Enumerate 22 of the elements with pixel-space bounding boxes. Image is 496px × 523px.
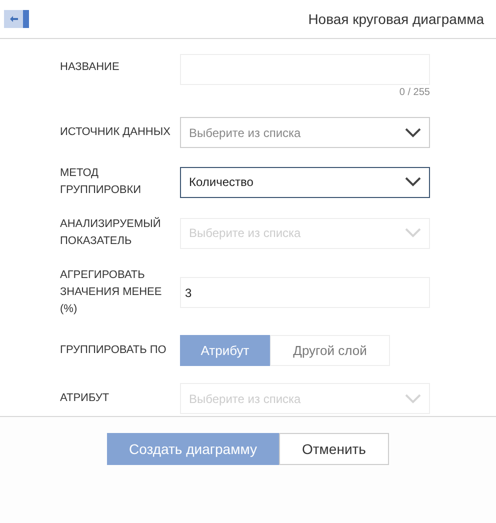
field-label: ИСТОЧНИК ДАННЫХ <box>60 125 172 140</box>
field-label: НАЗВАНИЕ <box>60 60 120 75</box>
dropdown-field[interactable]: Количество <box>180 166 430 198</box>
chevron-down-icon <box>405 128 421 138</box>
dropdown-field[interactable]: Выберите из списка <box>180 117 430 148</box>
chevron-down-icon <box>405 228 421 238</box>
field-label: АГРЕГИРОВАТЬ ЗНАЧЕНИЯ МЕНЕЕ (%) <box>60 268 163 317</box>
cancel-button[interactable]: Отменить <box>279 433 389 465</box>
field-label: ГРУППИРОВАТЬ ПО <box>60 343 168 358</box>
field-label: АНАЛИЗИРУЕМЫЙ ПОКАЗАТЕЛЬ <box>60 216 162 249</box>
segment-tab[interactable]: Атрибут <box>180 335 270 366</box>
segment-tab[interactable]: Другой слой <box>270 335 390 366</box>
character-counter: 0 / 255 <box>399 86 430 100</box>
field-label: АТРИБУТ <box>60 391 110 406</box>
arrow-left-icon <box>10 16 18 22</box>
create-button[interactable]: Создать диаграмму <box>107 433 279 465</box>
window-title: Новая круговая диаграмма <box>308 10 484 29</box>
number-field[interactable]: 3 <box>180 277 430 308</box>
chevron-down-icon <box>405 394 421 404</box>
chevron-down-icon <box>405 177 421 187</box>
back-button[interactable] <box>4 10 29 28</box>
field-label: МЕТОД ГРУППИРОВКИ <box>60 166 142 198</box>
